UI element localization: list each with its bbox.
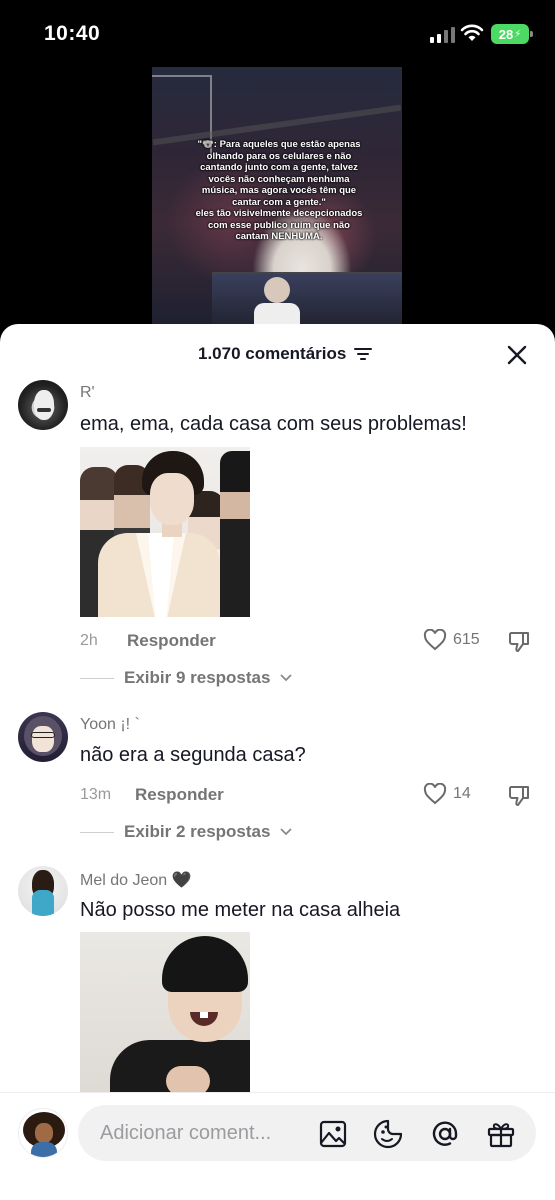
comment-text: Não posso me meter na casa alheia (80, 899, 401, 921)
comment-time: 2h (80, 632, 98, 649)
comment-item: R' ema, ema, cada casa com seus problema… (0, 380, 555, 700)
like-count: 615 (453, 631, 480, 648)
comment-input-container[interactable] (78, 1105, 536, 1161)
reply-button[interactable]: Responder (135, 785, 224, 805)
avatar[interactable] (18, 712, 68, 762)
heart-icon (423, 629, 447, 651)
comment-username[interactable]: Mel do Jeon 🖤 (80, 870, 192, 890)
wifi-icon (460, 24, 484, 41)
avatar[interactable] (18, 380, 68, 430)
comment-input[interactable] (100, 1105, 300, 1161)
chevron-down-icon (280, 828, 293, 836)
comment-time: 13m (80, 786, 112, 803)
reply-button[interactable]: Responder (127, 631, 216, 651)
video-caption: "🐨: Para aqueles que estão apenas olhand… (195, 139, 363, 242)
battery-level: 28 (498, 26, 514, 42)
comment-item: Mel do Jeon 🖤 Não posso me meter na casa… (0, 866, 555, 1096)
comment-text: ema, ema, cada casa com seus problemas! (80, 413, 467, 435)
comment-username[interactable]: Yoon ¡! ` (80, 716, 140, 734)
sort-filter-icon[interactable] (354, 347, 373, 361)
comment-image[interactable] (80, 932, 250, 1092)
chevron-down-icon (280, 674, 293, 682)
like-button[interactable]: 14 (423, 783, 471, 805)
like-count: 14 (453, 785, 471, 802)
image-icon[interactable] (318, 1119, 348, 1149)
video-player[interactable]: "🐨: Para aqueles que estão apenas olhand… (152, 67, 402, 329)
gift-icon[interactable] (486, 1119, 516, 1149)
comment-count-title[interactable]: 1.070 comentários (198, 344, 373, 364)
comments-header: 1.070 comentários (0, 324, 555, 384)
status-bar: 10:40 28 ⚡ (0, 0, 555, 66)
my-avatar[interactable] (18, 1108, 68, 1158)
dislike-icon[interactable] (507, 630, 531, 654)
dislike-icon[interactable] (507, 784, 531, 808)
cellular-signal-icon (430, 27, 455, 43)
like-button[interactable]: 615 (423, 629, 480, 651)
mention-icon[interactable] (430, 1119, 460, 1149)
comment-item: Yoon ¡! ` não era a segunda casa? 13m Re… (0, 712, 555, 842)
comment-text: não era a segunda casa? (80, 744, 306, 766)
comment-image[interactable] (80, 447, 250, 617)
view-replies-button[interactable]: Exibir 9 respostas (80, 668, 293, 688)
comments-sheet: 1.070 comentários R' ema, ema, cada casa… (0, 324, 555, 1200)
emoji-sticker-icon[interactable] (373, 1119, 403, 1149)
status-time: 10:40 (44, 22, 101, 45)
heart-icon (423, 783, 447, 805)
view-replies-button[interactable]: Exibir 2 respostas (80, 822, 293, 842)
comment-input-bar (0, 1092, 555, 1200)
close-icon[interactable] (505, 343, 529, 367)
comment-username[interactable]: R' (80, 384, 95, 402)
battery-icon: 28 ⚡ (491, 24, 533, 44)
avatar[interactable] (18, 866, 68, 916)
